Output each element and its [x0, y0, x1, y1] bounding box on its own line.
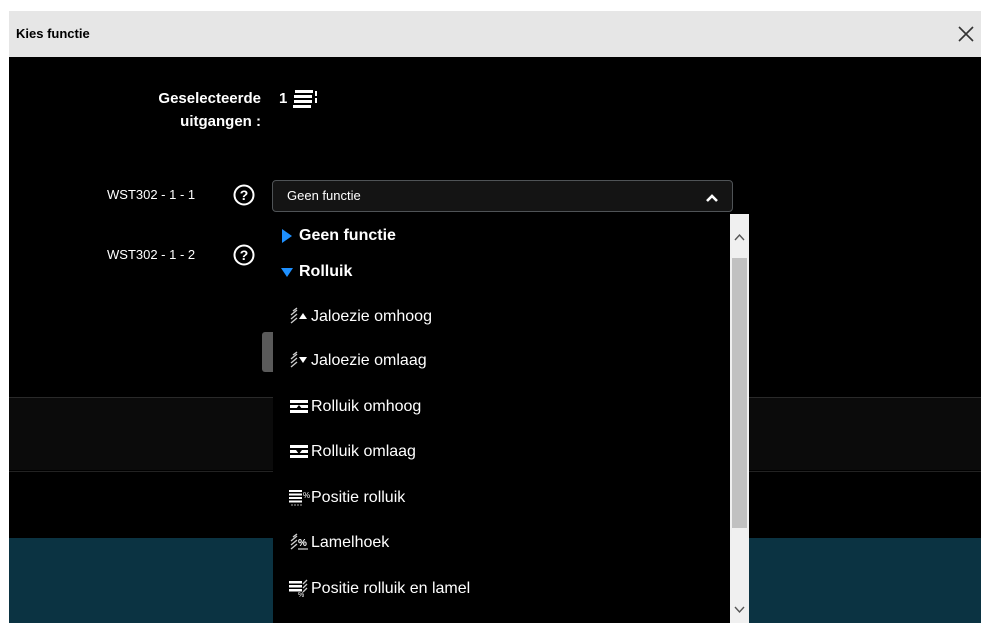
svg-text:%: %	[298, 592, 304, 598]
output-label: WST302 - 1 - 1	[107, 187, 196, 202]
caret-down-icon	[281, 268, 293, 277]
dropdown-group-rolluik[interactable]: Rolluik	[273, 252, 728, 292]
dropdown-group-label: Rolluik	[299, 263, 353, 280]
dropdown-item-jaloezie-omhoog[interactable]: Jaloezie omhoog	[273, 297, 728, 337]
dropdown-group-label: Geen functie	[299, 227, 396, 244]
function-select-value: Geen functie	[287, 188, 361, 203]
scrollbar-thumb[interactable]	[732, 258, 747, 528]
selected-outputs-label: Geselecteerde uitgangen :	[158, 90, 261, 130]
selected-outputs-count: 1	[279, 90, 288, 107]
slat-angle-icon: %	[290, 533, 308, 550]
shutter-up-icon	[290, 400, 308, 413]
output-label: WST302 - 1 - 2	[107, 247, 196, 262]
close-icon[interactable]	[952, 20, 980, 48]
scroll-down-icon[interactable]	[730, 602, 749, 618]
dropdown-item-label: Jaloezie omhoog	[311, 308, 432, 325]
help-icon[interactable]: ?	[233, 244, 255, 266]
dropdown-item-label: Rolluik omlaag	[311, 443, 416, 460]
jalousie-up-icon	[290, 307, 307, 324]
dropdown-item-rolluik-omlaag[interactable]: Rolluik omlaag	[273, 432, 728, 472]
svg-text:?: ?	[240, 187, 249, 203]
dropdown-item-label: Positie rolluik	[311, 489, 406, 506]
help-icon[interactable]: ?	[233, 184, 255, 206]
svg-text:%: %	[298, 538, 307, 549]
shutter-outputs-icon	[293, 87, 319, 109]
dropdown-item-label: Lamelhoek	[311, 534, 390, 551]
dropdown-item-jaloezie-omlaag[interactable]: Jaloezie omlaag	[273, 341, 728, 381]
function-select[interactable]: Geen functie	[272, 180, 733, 212]
shutter-slat-position-icon: %	[289, 579, 308, 598]
dropdown-item-label: Jaloezie omlaag	[311, 352, 427, 369]
caret-right-icon	[282, 229, 292, 243]
dialog-title: Kies functie	[16, 26, 90, 41]
dropdown-item-positie-rolluik[interactable]: % Positie rolluik	[273, 478, 728, 518]
dropdown-scrollbar[interactable]	[730, 214, 749, 623]
svg-text:?: ?	[240, 247, 249, 263]
dropdown-item-label: Rolluik omhoog	[311, 398, 422, 415]
shutter-down-icon	[290, 445, 308, 458]
scroll-up-icon[interactable]	[730, 230, 749, 246]
dropdown-item-label: Positie rolluik en lamel	[311, 580, 471, 597]
dropdown-item-positie-rolluik-en-lamel[interactable]: % Positie rolluik en lamel	[273, 569, 728, 609]
shutter-position-icon: %	[289, 490, 310, 506]
svg-text:%: %	[303, 491, 310, 500]
jalousie-down-icon	[290, 351, 307, 368]
dropdown-item-rolluik-omhoog[interactable]: Rolluik omhoog	[273, 387, 728, 427]
dropdown-item-lamelhoek[interactable]: % Lamelhoek	[273, 523, 728, 563]
function-dropdown-list: Geen functie Rolluik Jaloezie omhoog Jal…	[273, 214, 749, 623]
chevron-up-icon	[705, 190, 719, 202]
dialog-titlebar: Kies functie	[9, 11, 981, 57]
dropdown-group-geen-functie[interactable]: Geen functie	[273, 216, 728, 256]
